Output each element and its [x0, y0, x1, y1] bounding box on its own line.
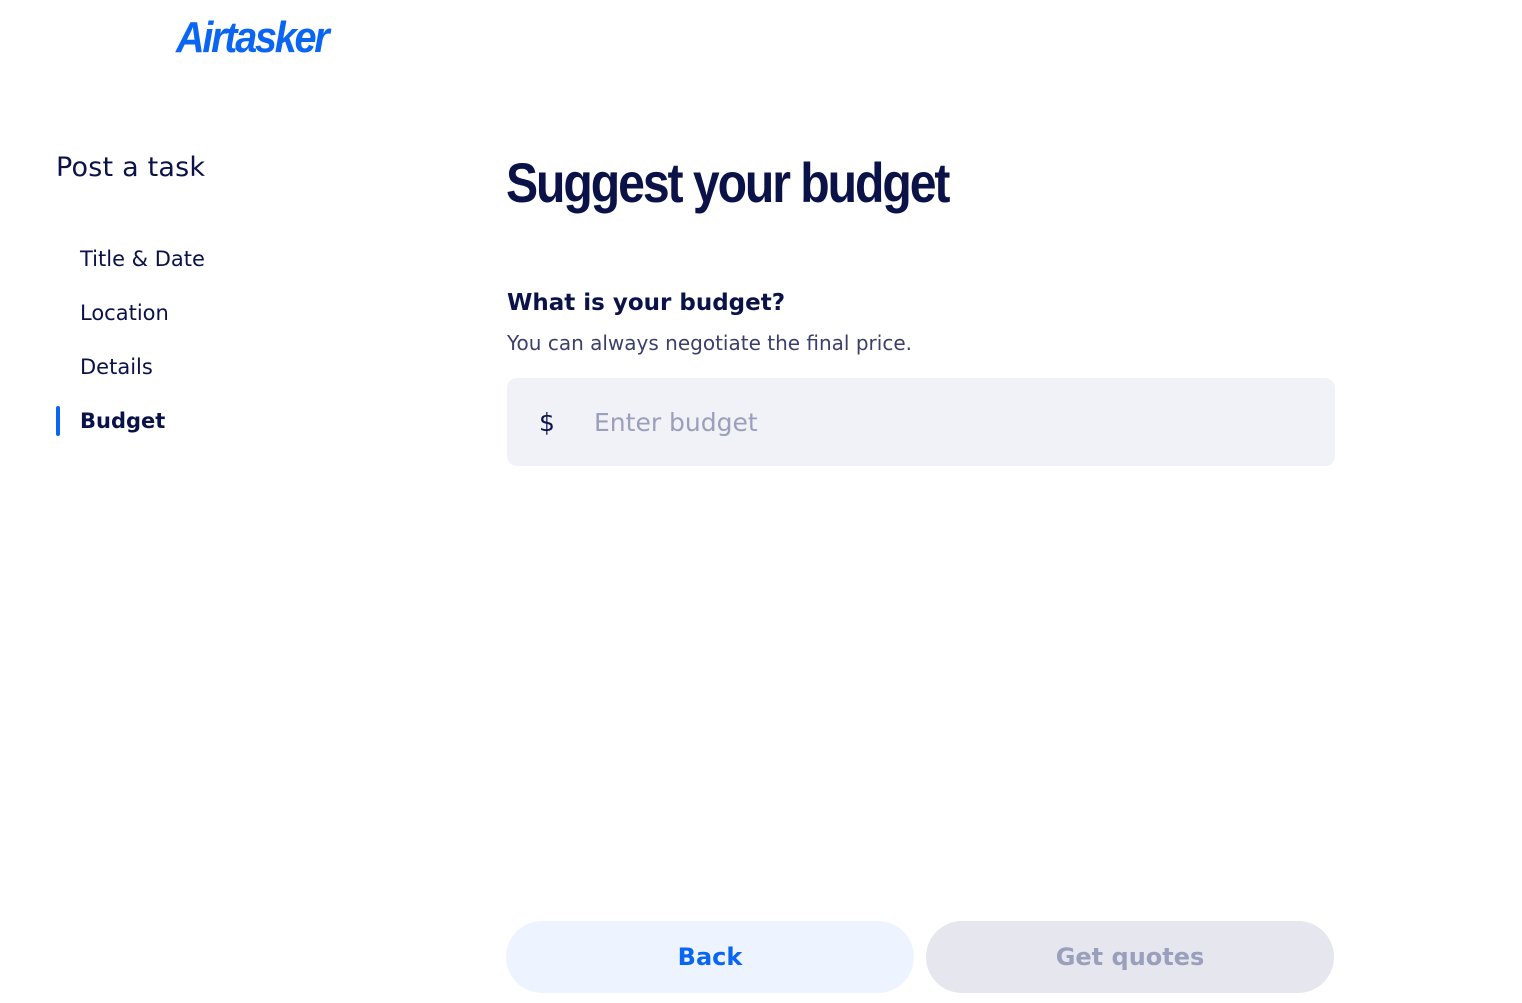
step-budget[interactable]: Budget	[56, 394, 356, 448]
step-label: Title & Date	[80, 247, 205, 271]
step-location[interactable]: Location	[56, 286, 356, 340]
step-list: Title & Date Location Details Budget	[56, 232, 356, 448]
airtasker-logo[interactable]: Airtasker	[176, 14, 330, 62]
back-button[interactable]: Back	[506, 921, 914, 993]
step-details[interactable]: Details	[56, 340, 356, 394]
currency-symbol: $	[539, 407, 555, 437]
budget-hint: You can always negotiate the final price…	[507, 331, 912, 355]
budget-question: What is your budget?	[507, 290, 786, 316]
sidebar-title: Post a task	[56, 152, 206, 183]
footer-buttons: Back Get quotes	[506, 921, 1334, 993]
step-label: Details	[80, 355, 153, 379]
step-label: Budget	[80, 409, 166, 433]
budget-input[interactable]	[592, 391, 1335, 453]
get-quotes-button[interactable]: Get quotes	[926, 921, 1334, 993]
step-label: Location	[80, 301, 169, 325]
budget-field[interactable]: $	[507, 378, 1335, 466]
step-title-date[interactable]: Title & Date	[56, 232, 356, 286]
page-heading: Suggest your budget	[506, 151, 950, 214]
page: Airtasker Post a task Title & Date Locat…	[0, 0, 1522, 1003]
